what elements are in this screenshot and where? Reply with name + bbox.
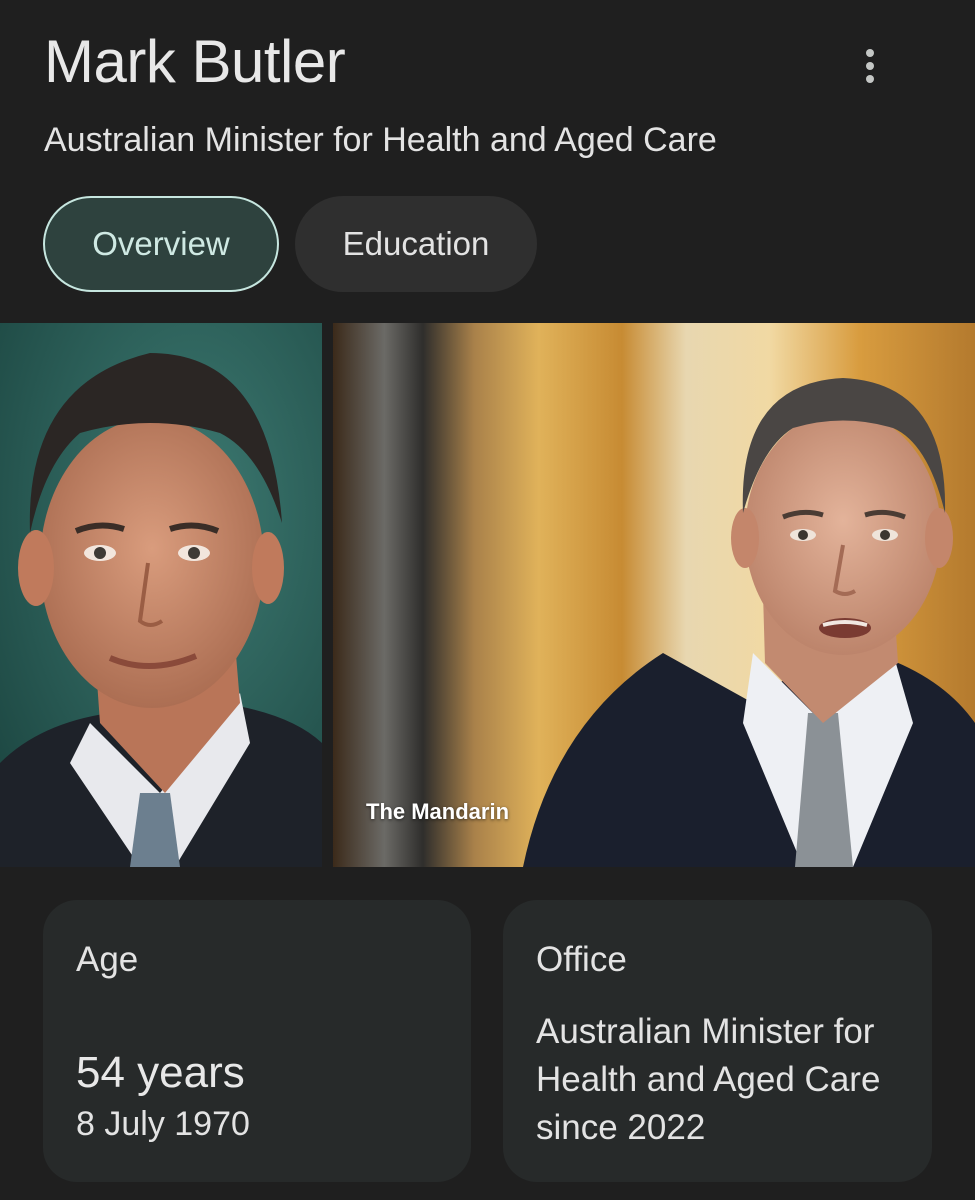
more-vert-icon-dot <box>866 62 874 70</box>
page-subtitle: Australian Minister for Health and Aged … <box>44 121 717 159</box>
office-card[interactable]: Office Australian Minister for Health an… <box>503 900 932 1182</box>
office-label: Office <box>536 940 627 979</box>
portrait-image[interactable] <box>0 323 322 867</box>
page-title: Mark Butler <box>44 28 346 95</box>
image-source-label: The Mandarin <box>366 799 510 824</box>
press-photo-illustration <box>333 323 975 867</box>
age-card[interactable]: Age 54 years 8 July 1970 <box>43 900 471 1182</box>
more-options-button[interactable] <box>848 44 892 88</box>
tab-overview[interactable]: Overview <box>43 196 279 292</box>
birth-date: 8 July 1970 <box>76 1105 250 1143</box>
age-value: 54 years <box>76 1048 245 1097</box>
tab-education[interactable]: Education <box>295 196 537 292</box>
age-label: Age <box>76 940 139 979</box>
more-vert-icon <box>866 49 874 57</box>
office-value: Australian Minister for Health and Aged … <box>536 1012 881 1147</box>
portrait-illustration <box>0 323 322 867</box>
press-photo-image[interactable]: The Mandarin <box>333 323 975 867</box>
more-vert-icon-dot <box>866 75 874 83</box>
